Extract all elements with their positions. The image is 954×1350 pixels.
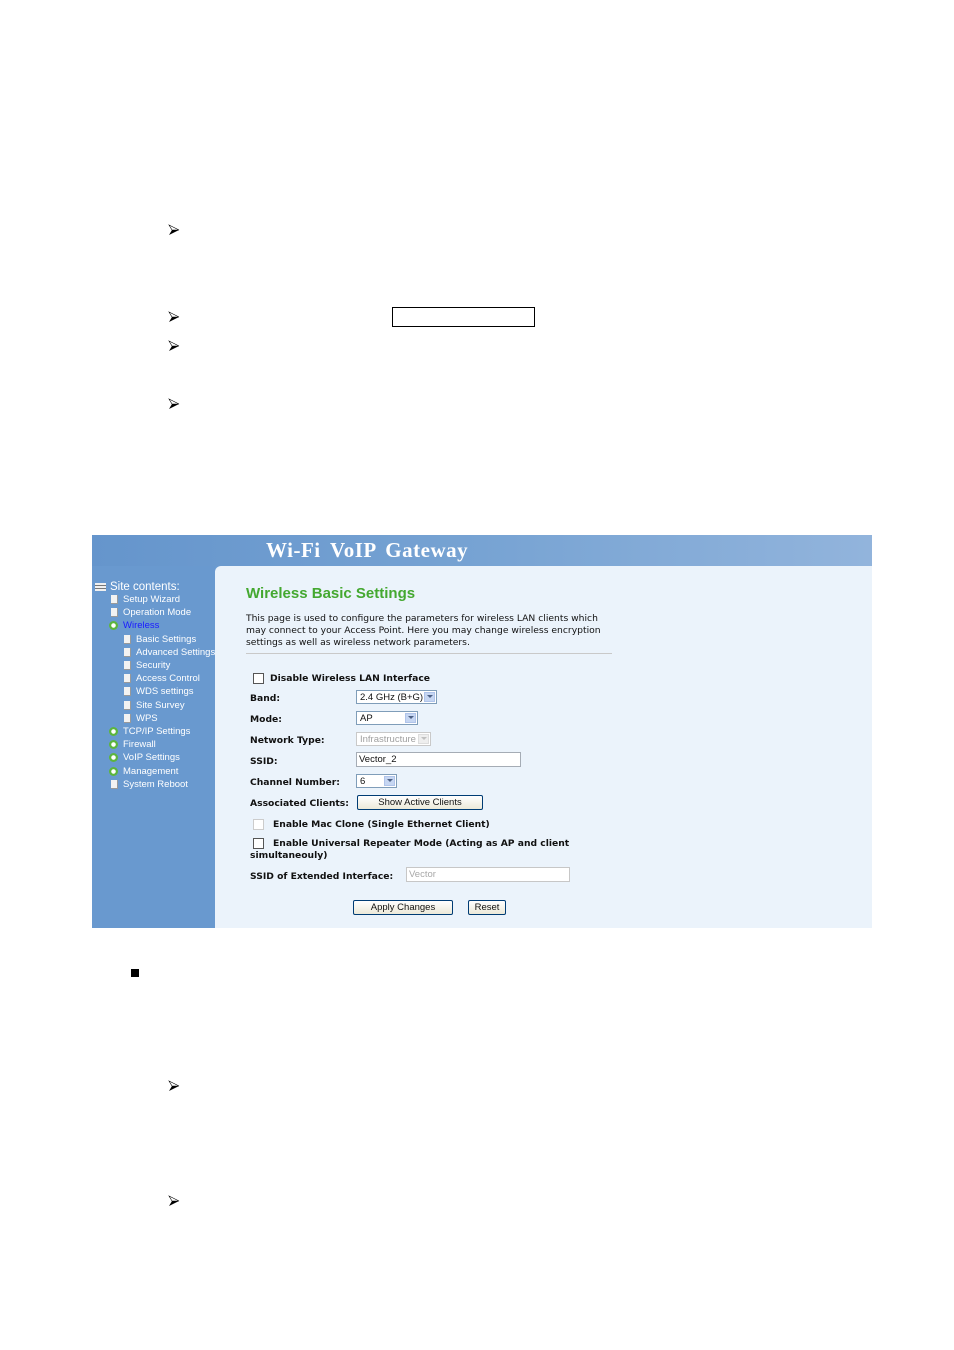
chevron-down-icon [384, 776, 395, 786]
disable-wlan-checkbox[interactable] [253, 673, 264, 684]
sidebar: Site contents: Setup Wizard Operation Mod… [92, 566, 215, 928]
chevron-down-icon [405, 713, 416, 723]
folder-open-icon [109, 621, 118, 631]
ssid-label: SSID: [250, 756, 278, 767]
document-inline-box [392, 307, 535, 327]
sidebar-item-operation-mode[interactable]: Operation Mode [111, 607, 191, 618]
sidebar-item-access-control[interactable]: Access Control [124, 673, 200, 684]
sidebar-item-label: Security [136, 660, 171, 671]
arrow-bullet-icon [168, 397, 180, 409]
arrow-bullet-icon [168, 223, 180, 235]
universal-repeater-label-cont: simultaneouly) [250, 850, 328, 861]
sidebar-item-label: TCP/IP Settings [123, 726, 191, 737]
network-type-value: Infrastructure [360, 734, 416, 745]
sidebar-item-voip-settings[interactable]: VoIP Settings [109, 752, 180, 763]
sidebar-item-label: Operation Mode [123, 607, 192, 619]
page-icon [124, 661, 131, 670]
chevron-down-icon [424, 692, 435, 702]
sidebar-heading: Site contents: [95, 581, 180, 593]
sidebar-item-wps[interactable]: WPS [124, 713, 158, 724]
sidebar-item-basic-settings[interactable]: Basic Settings [124, 634, 196, 645]
sidebar-item-advanced-settings[interactable]: Advanced Settings [124, 647, 215, 658]
universal-repeater-label: Enable Universal Repeater Mode (Acting a… [273, 838, 570, 849]
sidebar-item-setup-wizard[interactable]: Setup Wizard [111, 594, 180, 605]
network-type-select: Infrastructure [356, 732, 431, 746]
sidebar-item-tcp-ip-settings[interactable]: TCP/IP Settings [109, 726, 190, 737]
arrow-bullet-icon [168, 339, 180, 351]
associated-clients-label: Associated Clients: [250, 798, 349, 809]
reset-button[interactable]: Reset [468, 900, 506, 915]
arrow-bullet-icon [168, 1194, 180, 1206]
sidebar-item-label: System Reboot [123, 778, 188, 790]
folder-icon [109, 753, 118, 763]
folder-icon [109, 740, 118, 750]
mode-select[interactable]: AP [356, 711, 418, 725]
arrow-bullet-icon [168, 310, 180, 322]
apply-changes-button[interactable]: Apply Changes [353, 900, 453, 915]
page-icon [124, 700, 131, 710]
sidebar-item-system-reboot[interactable]: System Reboot [111, 779, 188, 790]
chevron-down-icon [418, 734, 429, 744]
channel-select[interactable]: 6 [356, 774, 397, 788]
page-title: Wireless Basic Settings [246, 585, 416, 602]
mac-clone-label: Enable Mac Clone (Single Ethernet Client… [273, 819, 490, 830]
sidebar-item-label: VoIP Settings [123, 752, 180, 764]
mode-label: Mode: [250, 714, 282, 725]
sidebar-item-label: Basic Settings [136, 633, 197, 645]
sidebar-item-label: Advanced Settings [136, 646, 216, 658]
ext-ssid-label: SSID of Extended Interface: [250, 871, 394, 882]
page-description: This page is used to configure the param… [246, 613, 601, 648]
banner: Wi-Fi VoIP Gateway [92, 535, 872, 566]
mac-clone-checkbox [253, 819, 264, 830]
folder-icon [109, 727, 118, 736]
page-icon [124, 713, 131, 723]
site-contents-icon [95, 583, 106, 591]
ext-ssid-input: Vector [406, 867, 570, 882]
divider [246, 653, 612, 654]
sidebar-item-firewall[interactable]: Firewall [109, 739, 156, 750]
network-type-label: Network Type: [250, 735, 325, 746]
page-icon [124, 687, 131, 697]
band-label: Band: [250, 693, 280, 704]
sidebar-item-wireless[interactable]: Wireless [109, 620, 159, 631]
main-content: Wireless Basic Settings This page is use… [215, 566, 872, 928]
page-icon [124, 674, 131, 684]
channel-value: 6 [360, 776, 366, 787]
folder-icon [109, 766, 118, 776]
sidebar-item-wds-settings[interactable]: WDS settings [124, 686, 194, 697]
band-select[interactable]: 2.4 GHz (B+G) [356, 690, 437, 704]
universal-repeater-checkbox[interactable] [253, 838, 264, 849]
banner-title: Wi-Fi VoIP Gateway [266, 538, 469, 562]
channel-label: Channel Number: [250, 777, 340, 788]
sidebar-item-label: Wireless [123, 620, 160, 632]
router-ui-screenshot: Wi-Fi VoIP Gateway Site contents: Setup … [92, 535, 872, 928]
page-icon [111, 779, 118, 789]
page-icon [124, 647, 131, 657]
sidebar-item-label: Access Control [136, 673, 200, 685]
sidebar-item-site-survey[interactable]: Site Survey [124, 700, 185, 711]
sidebar-item-label: Firewall [123, 739, 156, 751]
sidebar-item-label: WDS settings [136, 686, 194, 698]
disable-wlan-label: Disable Wireless LAN Interface [270, 673, 431, 684]
band-value: 2.4 GHz (B+G) [360, 692, 424, 703]
arrow-bullet-icon [168, 1079, 180, 1091]
show-active-clients-button[interactable]: Show Active Clients [357, 795, 483, 810]
page-icon [111, 595, 118, 604]
ssid-input[interactable]: Vector_2 [356, 752, 521, 767]
sidebar-item-label: Site Survey [136, 699, 185, 711]
sidebar-item-management[interactable]: Management [109, 766, 178, 777]
sidebar-heading-label: Site contents: [110, 581, 180, 593]
sidebar-item-label: WPS [136, 712, 158, 724]
mode-value: AP [360, 713, 373, 724]
square-bullet-icon [131, 969, 139, 977]
page-icon [111, 608, 118, 618]
sidebar-item-label: Setup Wizard [123, 594, 181, 605]
page-icon [124, 634, 131, 644]
sidebar-item-security[interactable]: Security [124, 660, 170, 671]
sidebar-item-label: Management [123, 765, 179, 777]
